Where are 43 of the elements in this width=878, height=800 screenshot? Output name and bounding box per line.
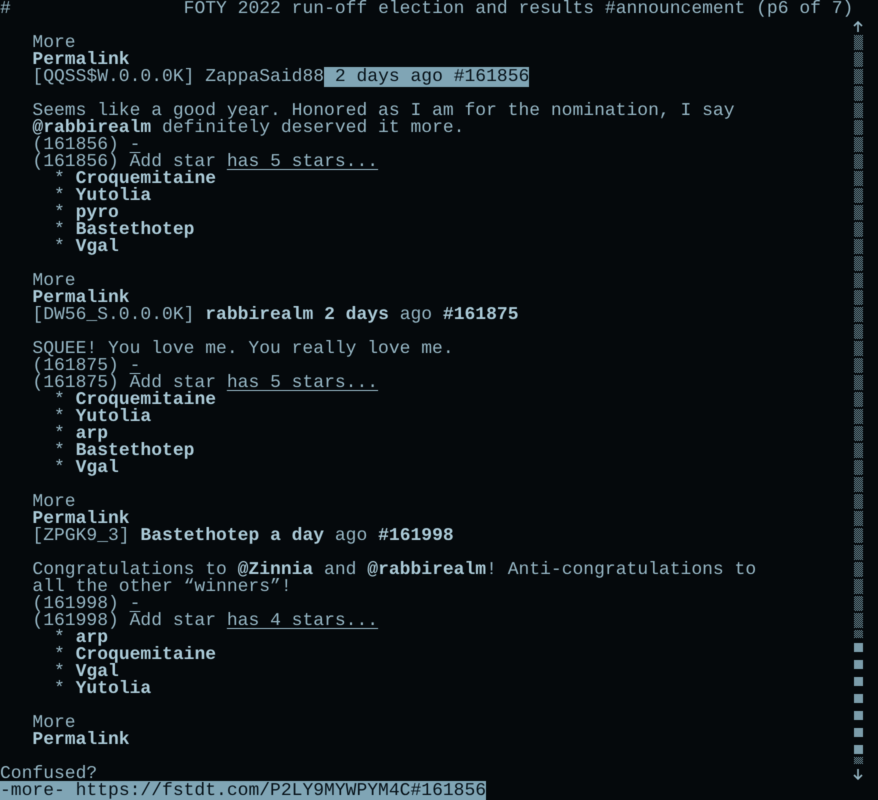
- author-name: Bastethotep: [140, 526, 260, 546]
- stargazer-name: Vgal: [76, 662, 119, 682]
- bullet: *: [54, 458, 65, 478]
- post-tag: [ZPGK9_3]: [32, 526, 130, 546]
- star-count-link[interactable]: has 4 stars...: [226, 611, 378, 631]
- collapse-link[interactable]: -: [130, 356, 140, 376]
- more-link[interactable]: More: [32, 713, 76, 733]
- post-body: Congratulations to @Zinnia and @rabbirealm! Anti-congratulations to all the other “winners”!: [31, 562, 758, 596]
- stargazer-name: arp: [76, 628, 108, 648]
- post-tag: [QQSS$W.0.0.0K]: [32, 67, 194, 87]
- timestamp-link[interactable]: 2 days ago #161875: [313, 305, 519, 325]
- timestamp-link[interactable]: 2 days ago #161856: [324, 67, 530, 87]
- scroll-down-icon[interactable]: [853, 766, 864, 783]
- more-link[interactable]: More: [32, 271, 76, 291]
- stargazer-name: Yutolia: [76, 407, 152, 427]
- post-tag: [DW56_S.0.0.0K]: [32, 305, 194, 325]
- scrollbar-track[interactable]: [854, 35, 863, 766]
- scrollbar-thumb[interactable]: [854, 638, 863, 757]
- more-link[interactable]: More: [32, 33, 76, 53]
- star-count-link[interactable]: has 5 stars...: [226, 373, 378, 393]
- add-star-link[interactable]: Add star: [130, 611, 216, 631]
- author-name: rabbirealm: [205, 305, 314, 325]
- stargazer-name: Vgal: [76, 458, 119, 478]
- author-name: ZappaSaid88: [205, 67, 324, 87]
- status-url: -more- https://fstdt.com/P2LY9MYWPYM4C#161856: [0, 781, 486, 800]
- stargazer-name: arp: [76, 424, 108, 444]
- star-count-link[interactable]: has 5 stars...: [226, 152, 378, 172]
- bullet: *: [54, 237, 65, 257]
- permalink-link[interactable]: Permalink: [32, 730, 130, 750]
- stargazer-name: Vgal: [76, 237, 119, 257]
- scroll-up-icon[interactable]: [853, 18, 864, 35]
- post-body: Seems like a good year. Honored as I am for the nomination, I say @rabbirealm definitely deserved it more.: [31, 103, 736, 137]
- stargazer-name: pyro: [76, 203, 119, 223]
- stargazer-name: Yutolia: [76, 186, 152, 206]
- stargazer-name: Yutolia: [76, 679, 152, 699]
- page-title: FOTY 2022 run-off election and results #announcement (p6 of 7): [184, 0, 854, 19]
- timestamp-link[interactable]: a day ago #161998: [259, 526, 454, 546]
- more-link[interactable]: More: [32, 492, 76, 512]
- bullet: *: [54, 679, 65, 699]
- post-body: SQUEE! You love me. You really love me.: [31, 341, 455, 358]
- collapse-link[interactable]: -: [130, 594, 140, 614]
- hash-marker: #: [0, 0, 11, 19]
- collapse-link[interactable]: -: [130, 135, 140, 155]
